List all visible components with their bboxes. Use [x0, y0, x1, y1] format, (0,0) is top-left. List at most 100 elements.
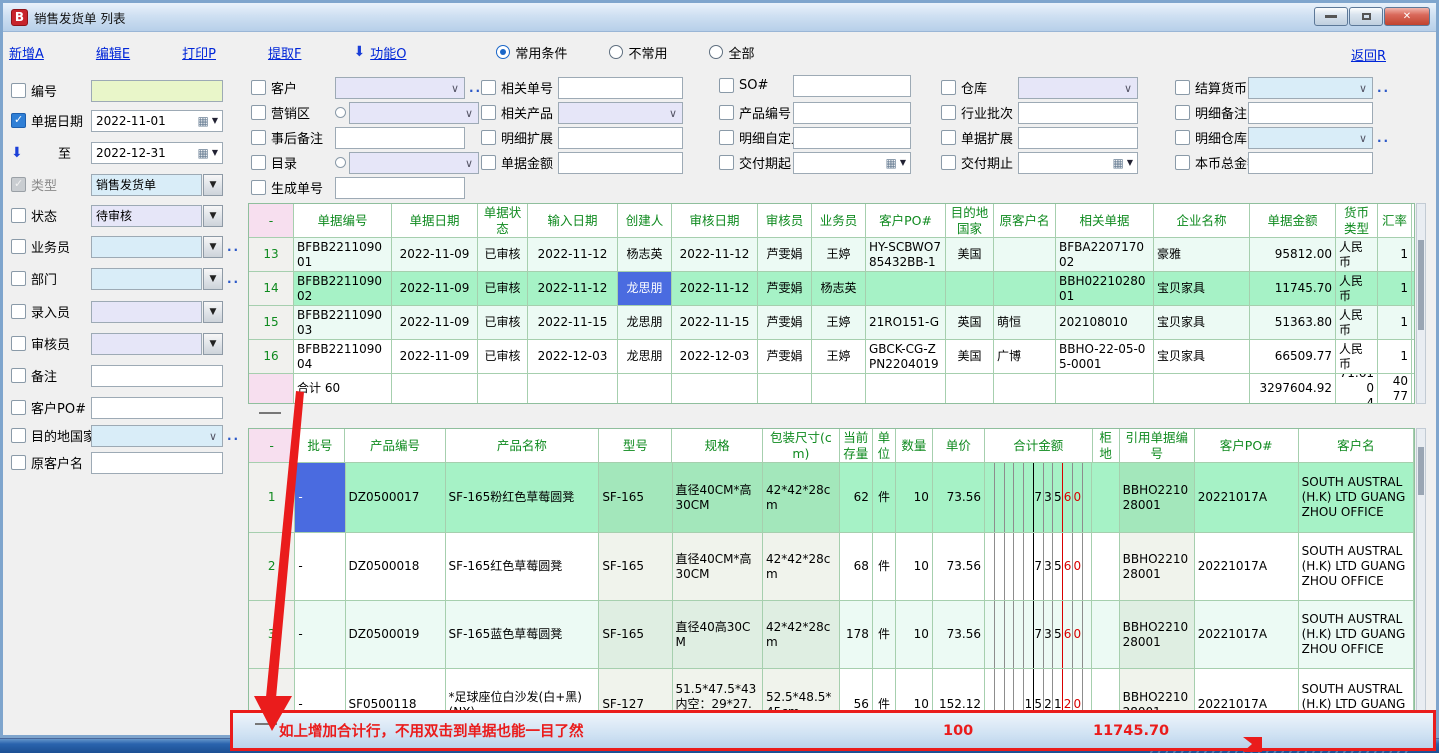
checkbox-产品编号[interactable] [719, 105, 734, 120]
cell[interactable]: SF-165蓝色草莓圆凳 [446, 601, 600, 668]
cell[interactable]: 件 [873, 533, 896, 600]
date-dropdown-icon[interactable]: ▼ [1127, 158, 1133, 167]
仓库-combo[interactable]: ∨ [1018, 77, 1138, 99]
cell[interactable]: DZ0500017 [346, 463, 446, 532]
cell[interactable]: 2022-11-12 [528, 272, 618, 305]
cell[interactable]: SF-165 [599, 533, 672, 600]
checkbox-单据扩展[interactable] [941, 130, 956, 145]
toolbar-link-1[interactable]: 新增A [9, 43, 44, 62]
cell[interactable]: BFBA220717002 [1056, 238, 1154, 271]
交付期止-date-input[interactable]: ▦▼ [1018, 152, 1138, 174]
container-cell[interactable] [1092, 601, 1119, 668]
cell[interactable]: 人民币 [1336, 272, 1378, 305]
cell[interactable]: 宝贝家具 [1154, 306, 1250, 339]
单据日期-date-input[interactable]: 2022-11-01▦▼ [91, 110, 223, 132]
cell[interactable]: 已审核 [478, 306, 528, 339]
cell[interactable]: 直径40高30CM [673, 601, 763, 668]
column-header[interactable]: 客户名 [1299, 429, 1414, 462]
cell[interactable]: 已审核 [478, 272, 528, 305]
cell[interactable]: 42*42*28cm [763, 463, 840, 532]
checkbox-单据金额[interactable] [481, 155, 496, 170]
column-header[interactable]: 单据状态 [478, 204, 528, 237]
checkbox-交付期止[interactable] [941, 155, 956, 170]
batch-cell[interactable]: - [295, 463, 345, 532]
结算货币-combo[interactable]: ∨ [1248, 77, 1373, 99]
cell[interactable]: 2022-11-09 [392, 272, 478, 305]
toolbar-func-label[interactable]: 功能O [370, 43, 406, 62]
checkbox-类型[interactable] [11, 177, 26, 192]
cell[interactable]: 2022-11-09 [392, 306, 478, 339]
container-cell[interactable] [1092, 669, 1119, 713]
cell[interactable]: 杨志英 [618, 238, 672, 271]
column-header[interactable]: 数量 [896, 429, 933, 462]
master-table-scrollbar[interactable] [1416, 203, 1426, 404]
cell[interactable]: 已审核 [478, 238, 528, 271]
目录-combo[interactable]: ∨ [349, 152, 479, 174]
cell[interactable]: 1 [1378, 238, 1412, 271]
行业批次-input[interactable] [1018, 102, 1138, 124]
业务员-select[interactable] [91, 236, 202, 258]
checkbox-明细仓库[interactable] [1175, 130, 1190, 145]
cell[interactable]: 10 [896, 669, 933, 713]
cell[interactable]: 51363.80 [1250, 306, 1336, 339]
状态-select[interactable]: 待审核 [91, 205, 202, 227]
cell[interactable]: 152.12 [933, 669, 985, 713]
column-header[interactable]: 型号 [599, 429, 672, 462]
customer-name-cell[interactable]: SOUTH AUSTRAL (H.K) LTD GUANGZHOU OFFICE [1299, 669, 1414, 713]
column-header[interactable]: 相关单据 [1056, 204, 1154, 237]
cell[interactable]: 豪雅 [1154, 238, 1250, 271]
table-row[interactable]: 14BFBB2211090022022-11-09已审核2022-11-12龙思… [249, 272, 1414, 306]
customer-po-cell[interactable]: 20221017A [1195, 533, 1299, 600]
cell[interactable]: 95812.00 [1250, 238, 1336, 271]
toolbar-link-4[interactable]: 提取F [268, 43, 301, 62]
cell[interactable]: SF-165红色草莓圆凳 [446, 533, 600, 600]
table-row[interactable]: 4-SF0500118*足球座位白沙发(白+黑)(NX)SF-12751.5*4… [249, 669, 1414, 713]
cell[interactable]: 人民币 [1336, 340, 1378, 373]
至-date-input[interactable]: 2022-12-31▦▼ [91, 142, 223, 164]
ref-doc-cell[interactable]: BBHO221028001 [1120, 669, 1195, 713]
column-header[interactable]: 创建人 [618, 204, 672, 237]
toolbar-link-3[interactable]: 打印P [182, 43, 216, 62]
cell[interactable]: 人民币 [1336, 238, 1378, 271]
checkbox-部门[interactable] [11, 271, 26, 286]
cell[interactable]: 广博 [994, 340, 1056, 373]
cell[interactable]: GBCK-CG-ZPN2204019 [866, 340, 946, 373]
cell[interactable]: 芦雯娟 [758, 340, 812, 373]
splitter-handle[interactable] [259, 412, 281, 416]
dropdown-button-icon[interactable]: ▼ [203, 174, 223, 196]
cell[interactable] [866, 272, 946, 305]
checkbox-客户[interactable] [251, 80, 266, 95]
checkbox-明细自定义[interactable] [719, 130, 734, 145]
单据扩展-input[interactable] [1018, 127, 1138, 149]
ref-doc-cell[interactable]: BBHO221028001 [1120, 533, 1195, 600]
toolbar-func[interactable]: ⬇功能O [353, 43, 406, 62]
cell[interactable]: 66509.77 [1250, 340, 1336, 373]
cell[interactable]: 10 [896, 463, 933, 532]
checkbox-仓库[interactable] [941, 80, 956, 95]
cell[interactable] [994, 238, 1056, 271]
cell[interactable]: HY-SCBWO785432BB-1 [866, 238, 946, 271]
cell[interactable]: 件 [873, 463, 896, 532]
column-header[interactable]: 产品名称 [446, 429, 600, 462]
batch-cell[interactable]: - [295, 601, 345, 668]
maximize-button[interactable] [1349, 7, 1383, 26]
cell[interactable]: 178 [840, 601, 873, 668]
checkbox-客户PO#[interactable] [11, 400, 26, 415]
table-row[interactable]: 3-DZ0500019SF-165蓝色草莓圆凳SF-165直径40高30CM42… [249, 601, 1414, 669]
checkbox-明细扩展[interactable] [481, 130, 496, 145]
cell[interactable]: 73.56 [933, 533, 985, 600]
cell[interactable]: 萌恒 [994, 306, 1056, 339]
date-dropdown-icon[interactable]: ▼ [212, 148, 218, 157]
table-row[interactable]: 1-DZ0500017SF-165粉红色草莓圆凳SF-165直径40CM*高30… [249, 463, 1414, 533]
cell[interactable]: 21RO151-G [866, 306, 946, 339]
date-dropdown-icon[interactable]: ▼ [900, 158, 906, 167]
生成单号-input[interactable] [335, 177, 465, 199]
radio-全部[interactable]: 全部 [709, 43, 754, 62]
splitter-handle-bottom[interactable] [255, 723, 277, 727]
cell[interactable]: 2022-11-09 [392, 238, 478, 271]
column-header[interactable]: 审核员 [758, 204, 812, 237]
customer-po-cell[interactable]: 20221017A [1195, 669, 1299, 713]
cell[interactable]: 1 [1378, 340, 1412, 373]
sub-radio-icon[interactable] [335, 107, 346, 118]
cell[interactable]: 已审核 [478, 340, 528, 373]
